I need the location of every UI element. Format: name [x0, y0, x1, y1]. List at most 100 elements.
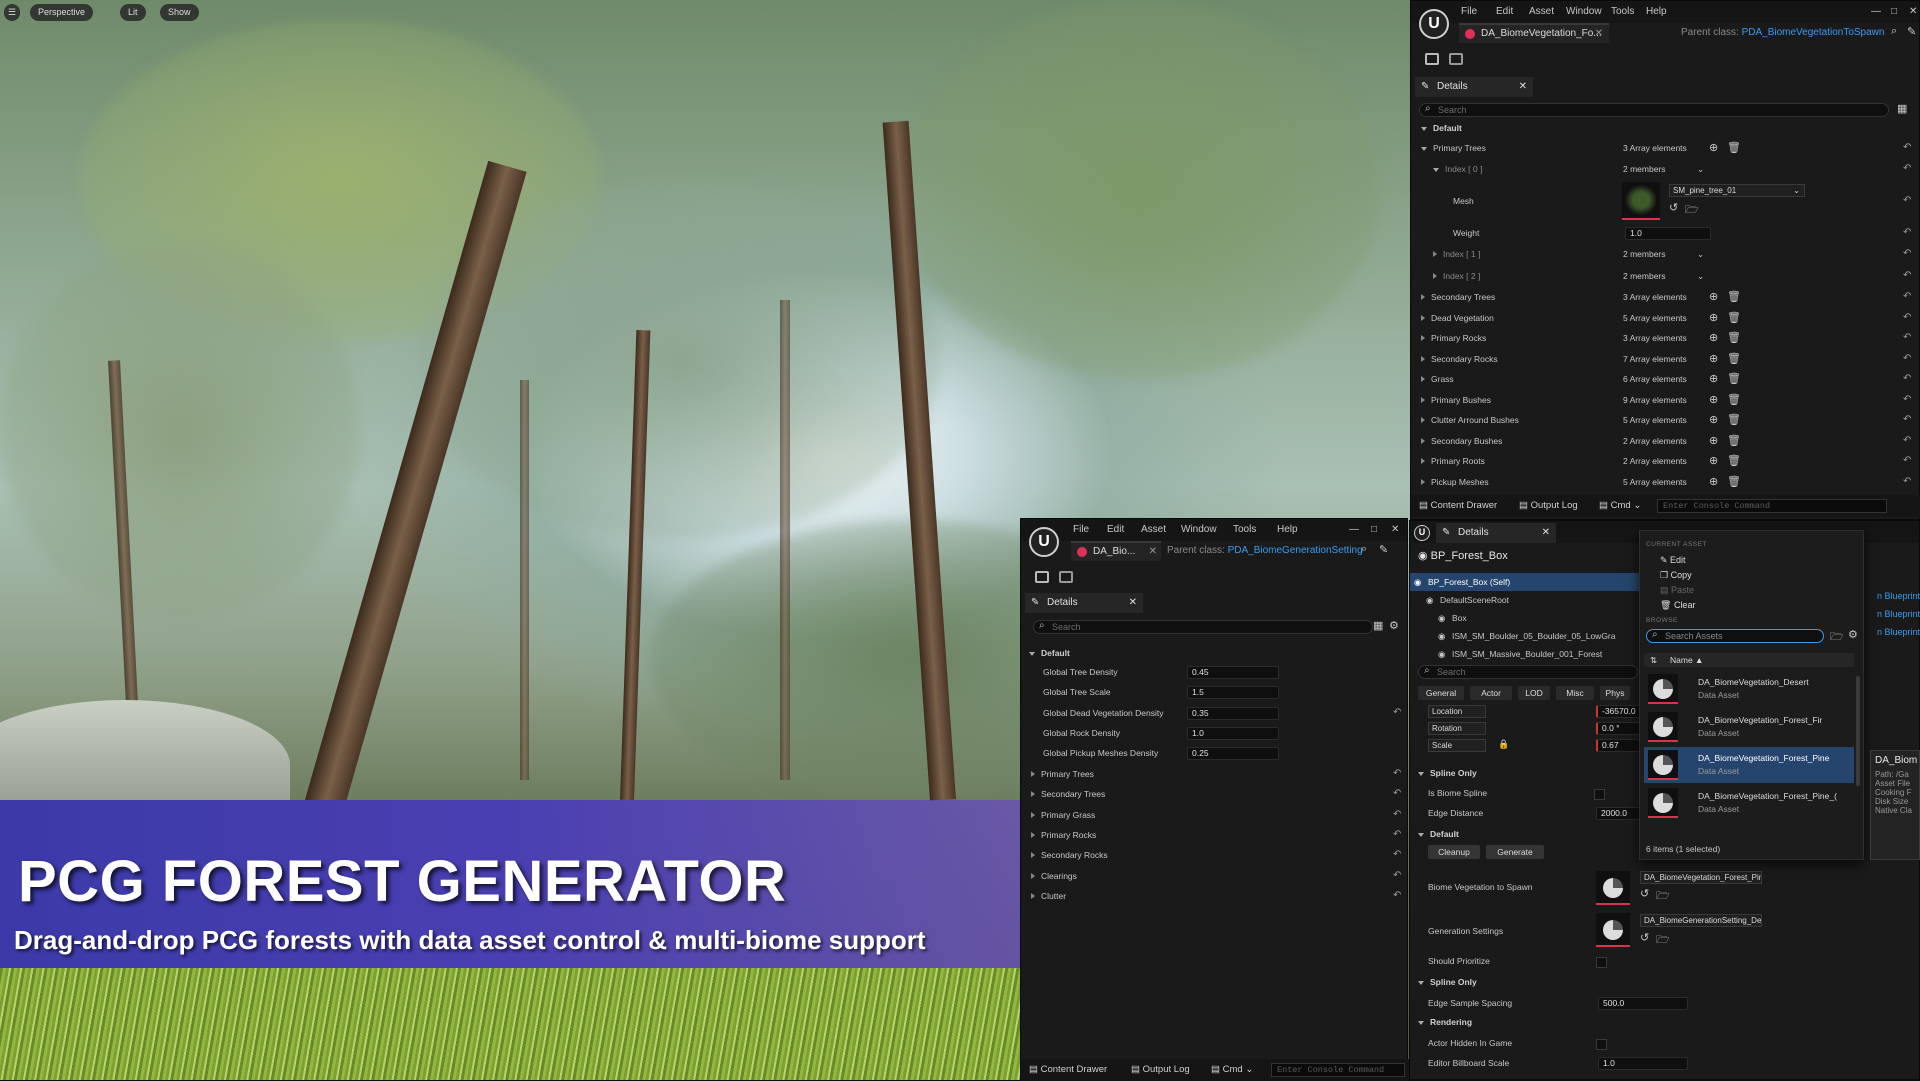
reset-icon[interactable]: ↶ — [1903, 266, 1911, 286]
add-element-icon[interactable]: ⊕ — [1709, 349, 1718, 369]
add-element-icon[interactable]: ⊕ — [1709, 287, 1718, 307]
table-view-icon[interactable]: ▦ — [1897, 102, 1907, 115]
details-tab[interactable]: ✎ Details ✕ — [1415, 77, 1533, 97]
lock-icon[interactable]: 🔒 — [1498, 739, 1509, 750]
reset-icon[interactable]: ↶ — [1903, 451, 1911, 471]
setting-row[interactable]: Global Tree Density 0.45 — [1021, 662, 1409, 682]
close-tab-icon[interactable]: ✕ — [1129, 593, 1137, 613]
add-element-icon[interactable]: ⊕ — [1709, 410, 1718, 430]
reset-icon[interactable]: ↶ — [1393, 845, 1401, 865]
should-prioritize-checkbox[interactable] — [1596, 957, 1607, 968]
filter-tab[interactable]: Misc — [1556, 686, 1594, 700]
actor-hidden-checkbox[interactable] — [1596, 1039, 1607, 1050]
delete-icon[interactable]: 🗑 — [1727, 390, 1741, 410]
edit-pencil-icon[interactable]: ✎ — [1379, 543, 1388, 556]
console-input[interactable]: Enter Console Command — [1271, 1063, 1405, 1077]
component-item[interactable]: ◉ ISM_SM_Massive_Boulder_001_Forest — [1410, 645, 1640, 663]
reset-icon[interactable]: ↶ — [1393, 866, 1401, 886]
browse-asset-icon[interactable]: 🗁 — [1656, 931, 1670, 950]
delete-icon[interactable]: 🗑 — [1727, 308, 1741, 328]
browse-asset-icon[interactable]: 🗁 — [1685, 201, 1699, 220]
setting-row[interactable]: Global Dead Vegetation Density 0.35 ↶ — [1021, 703, 1409, 723]
browse-icon[interactable] — [1059, 571, 1073, 583]
weight-input[interactable]: 1.0 — [1625, 227, 1711, 240]
filter-icon[interactable]: ⇅ — [1650, 653, 1657, 667]
add-element-icon[interactable]: ⊕ — [1709, 472, 1718, 492]
picker-clear[interactable]: 🗑 Clear — [1660, 600, 1695, 611]
generation-settings-thumbnail[interactable] — [1596, 913, 1630, 947]
reset-icon[interactable]: ↶ — [1903, 349, 1911, 369]
billboard-scale-input[interactable]: 1.0 — [1598, 1057, 1688, 1070]
array-row[interactable]: Grass 6 Array elements ⊕ 🗑 ↶ — [1411, 369, 1920, 389]
edit-pencil-icon[interactable]: ✎ — [1907, 25, 1916, 38]
transform-mode-dropdown[interactable]: Scale — [1428, 739, 1486, 752]
reset-icon[interactable]: ↶ — [1903, 390, 1911, 410]
details-search[interactable]: Search — [1418, 665, 1638, 679]
filter-tab[interactable]: LOD — [1518, 686, 1550, 700]
content-drawer-button[interactable]: ▤ Content Drawer — [1029, 1059, 1107, 1081]
setting-input[interactable]: 1.0 — [1187, 726, 1279, 740]
lit-button[interactable]: Lit — [120, 4, 146, 21]
delete-icon[interactable]: 🗑 — [1727, 349, 1741, 369]
picker-edit[interactable]: ✎ Edit — [1660, 555, 1686, 566]
index-0-row[interactable]: Index [ 0 ] 2 members ⌄ ↶ — [1411, 159, 1920, 179]
close-tab-icon[interactable]: ✕ — [1149, 543, 1157, 561]
transform-mode-dropdown[interactable]: Location — [1428, 705, 1486, 718]
chevron-down-icon[interactable]: ⌄ — [1697, 266, 1704, 286]
details-tab[interactable]: ✎ Details ✕ — [1436, 523, 1556, 543]
asset-tab[interactable]: DA_Bio... ✕ — [1071, 541, 1161, 561]
reset-icon[interactable]: ↶ — [1903, 244, 1911, 264]
reset-icon[interactable]: ↶ — [1903, 472, 1911, 492]
browse-icon[interactable] — [1449, 53, 1463, 65]
array-row[interactable]: Primary Roots 2 Array elements ⊕ 🗑 ↶ — [1411, 451, 1920, 471]
is-biome-spline-checkbox[interactable] — [1594, 789, 1605, 800]
perspective-button[interactable]: Perspective — [30, 4, 94, 21]
reset-icon[interactable]: ↶ — [1903, 223, 1911, 243]
generation-settings-dropdown[interactable]: DA_BiomeGenerationSetting_Dense — [1640, 914, 1762, 927]
biome-vegetation-row[interactable]: Biome Vegetation to Spawn — [1428, 877, 1578, 897]
reset-icon[interactable]: ↶ — [1903, 287, 1911, 307]
use-selected-icon[interactable]: ↺ — [1640, 887, 1649, 900]
search-icon[interactable]: ⌕ — [1361, 543, 1367, 556]
asset-list-item[interactable]: DA_BiomeVegetation_Forest_Pine Data Asset — [1644, 747, 1854, 783]
add-element-icon[interactable]: ⊕ — [1709, 390, 1718, 410]
default-category[interactable]: Default — [1029, 648, 1070, 658]
delete-icon[interactable]: 🗑 — [1727, 472, 1741, 492]
chevron-down-icon[interactable]: ⌄ — [1697, 244, 1704, 264]
asset-search[interactable]: Search Assets — [1646, 629, 1824, 643]
close-tab-icon[interactable]: ✕ — [1519, 77, 1527, 97]
console-input[interactable]: Enter Console Command — [1657, 499, 1887, 513]
mesh-row[interactable]: Mesh ↶ — [1411, 191, 1920, 211]
settings-group-row[interactable]: Primary Rocks ↶ — [1021, 825, 1409, 845]
biome-vegetation-thumbnail[interactable] — [1596, 871, 1630, 905]
transform-input[interactable]: 0.0 ° — [1596, 722, 1640, 735]
setting-row[interactable]: Global Pickup Meshes Density 0.25 — [1021, 743, 1409, 763]
component-item[interactable]: ◉ ISM_SM_Boulder_05_Boulder_05_LowGra — [1410, 627, 1640, 645]
output-log-button[interactable]: ▤ Output Log — [1131, 1059, 1190, 1081]
setting-row[interactable]: Global Tree Scale 1.5 — [1021, 682, 1409, 702]
delete-icon[interactable]: 🗑 — [1727, 431, 1741, 451]
reset-icon[interactable]: ↶ — [1903, 369, 1911, 389]
maximize-button[interactable]: □ — [1371, 524, 1377, 535]
reset-icon[interactable]: ↶ — [1393, 703, 1401, 723]
spline-only-category[interactable]: Spline Only — [1418, 768, 1477, 778]
edge-distance-input[interactable]: 2000.0 — [1596, 807, 1640, 820]
menu-tools[interactable]: Tools — [1611, 6, 1634, 17]
rendering-category[interactable]: Rendering — [1418, 1017, 1472, 1027]
setting-input[interactable]: 0.25 — [1187, 747, 1279, 761]
close-tab-icon[interactable]: ✕ — [1542, 523, 1550, 543]
close-tab-icon[interactable]: ✕ — [1595, 25, 1603, 43]
search-icon[interactable]: ⌕ — [1891, 25, 1897, 38]
scrollbar[interactable] — [1856, 676, 1860, 786]
settings-group-row[interactable]: Clearings ↶ — [1021, 866, 1409, 886]
cleanup-button[interactable]: Cleanup — [1428, 845, 1480, 859]
edge-sample-input[interactable]: 500.0 — [1598, 997, 1688, 1010]
save-icon[interactable] — [1035, 571, 1049, 583]
array-row[interactable]: Pickup Meshes 5 Array elements ⊕ 🗑 ↶ — [1411, 472, 1920, 492]
reset-icon[interactable]: ↶ — [1903, 159, 1911, 179]
reset-icon[interactable]: ↶ — [1903, 410, 1911, 430]
reset-icon[interactable]: ↶ — [1393, 825, 1401, 845]
transform-input[interactable]: 0.67 — [1596, 739, 1640, 752]
delete-icon[interactable]: 🗑 — [1727, 369, 1741, 389]
billboard-scale-row[interactable]: Editor Billboard Scale — [1428, 1053, 1578, 1073]
